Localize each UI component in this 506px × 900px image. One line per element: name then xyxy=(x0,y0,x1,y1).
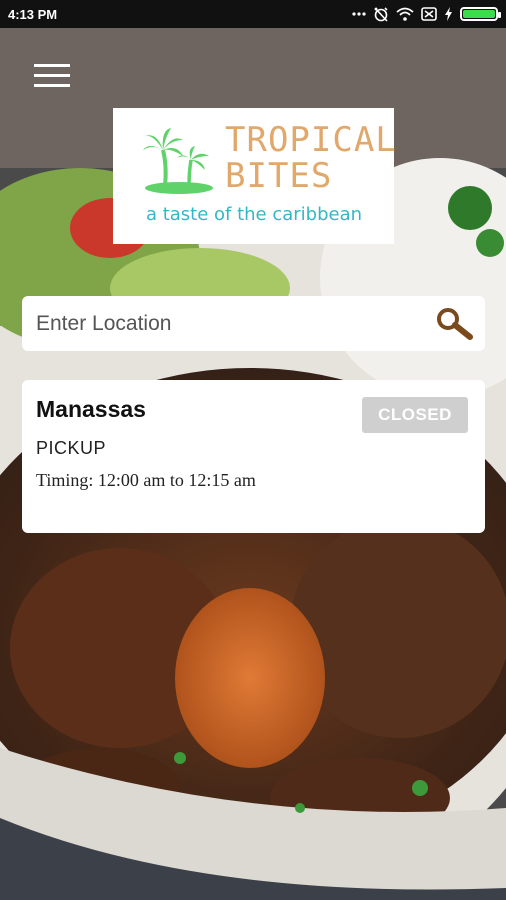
palm-tree-icon xyxy=(143,128,215,199)
status-badge: CLOSED xyxy=(362,397,468,433)
location-search-bar xyxy=(22,296,485,351)
status-time: 4:13 PM xyxy=(8,6,58,22)
charging-icon xyxy=(444,7,453,21)
status-bar: 4:13 PM xyxy=(0,0,506,28)
brand-name-line2: BITES xyxy=(225,156,333,196)
brand-tagline: a taste of the caribbean xyxy=(145,204,363,225)
search-icon[interactable] xyxy=(435,307,473,341)
brand-name: TROPICAL BITES xyxy=(225,122,397,194)
store-card[interactable]: Manassas CLOSED PICKUP Timing: 12:00 am … xyxy=(22,380,485,533)
more-dots-icon xyxy=(352,11,366,17)
wifi-icon xyxy=(396,7,414,21)
location-search-input[interactable] xyxy=(22,302,428,345)
store-timing: Timing: 12:00 am to 12:15 am xyxy=(36,470,256,490)
status-icons xyxy=(352,6,501,22)
store-name: Manassas xyxy=(36,396,146,422)
sim-off-icon xyxy=(421,7,437,21)
alarm-off-icon xyxy=(373,6,389,22)
battery-level xyxy=(463,10,495,18)
hamburger-menu-icon[interactable] xyxy=(34,62,72,90)
battery-icon xyxy=(460,7,501,21)
brand-name-line1: TROPICAL xyxy=(225,120,397,160)
order-type: PICKUP xyxy=(36,438,107,458)
brand-logo: TROPICAL BITES a taste of the caribbean xyxy=(113,108,397,244)
